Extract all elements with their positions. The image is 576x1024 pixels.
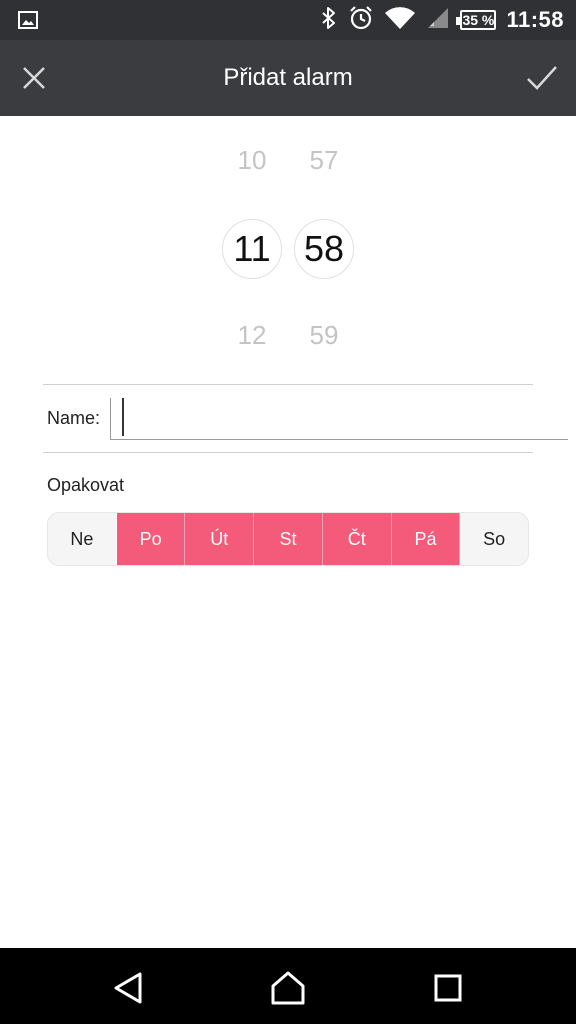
wifi-icon	[384, 6, 416, 35]
navigation-bar	[0, 948, 576, 1024]
add-alarm-screen: 35 % 11:58 Přidat alarm 10 11 12 57 58 5…	[0, 0, 576, 1024]
back-icon	[114, 972, 142, 1004]
divider	[43, 452, 533, 453]
image-icon	[18, 10, 38, 35]
hour-next[interactable]: 12	[222, 320, 282, 351]
alarm-clock-icon	[348, 5, 374, 36]
check-icon	[527, 66, 557, 90]
day-toggle-so[interactable]: So	[460, 513, 528, 565]
home-icon	[271, 971, 305, 1005]
divider	[43, 384, 533, 385]
cell-signal-icon	[426, 6, 450, 35]
hour-previous[interactable]: 10	[222, 145, 282, 176]
status-bar: 35 % 11:58	[0, 0, 576, 40]
app-bar: Přidat alarm	[0, 40, 576, 116]
minute-next[interactable]: 59	[294, 320, 354, 351]
day-toggle-ne[interactable]: Ne	[48, 513, 117, 565]
battery-icon: 35 %	[456, 10, 497, 30]
hour-selected[interactable]: 11	[222, 219, 282, 279]
repeat-days-toggle: Ne Po Út St Čt Pá So	[47, 512, 529, 566]
battery-percentage: 35 %	[462, 12, 495, 28]
name-input[interactable]	[110, 398, 568, 440]
day-toggle-pa[interactable]: Pá	[391, 513, 461, 565]
minute-previous[interactable]: 57	[294, 145, 354, 176]
day-toggle-ut[interactable]: Út	[185, 513, 255, 565]
page-title: Přidat alarm	[223, 64, 353, 91]
repeat-label: Opakovat	[47, 475, 125, 495]
recents-button[interactable]	[428, 968, 468, 1008]
back-button[interactable]	[108, 968, 148, 1008]
status-time: 11:58	[506, 7, 564, 32]
confirm-button[interactable]	[524, 60, 560, 96]
minute-selected[interactable]: 58	[294, 219, 354, 279]
text-cursor	[122, 398, 124, 436]
day-toggle-st[interactable]: St	[254, 513, 323, 565]
day-toggle-ct[interactable]: Čt	[322, 513, 392, 565]
home-button[interactable]	[268, 968, 308, 1008]
name-label: Name:	[47, 408, 101, 428]
bluetooth-icon	[320, 6, 338, 35]
recents-icon	[434, 974, 462, 1002]
day-toggle-po[interactable]: Po	[116, 513, 186, 565]
